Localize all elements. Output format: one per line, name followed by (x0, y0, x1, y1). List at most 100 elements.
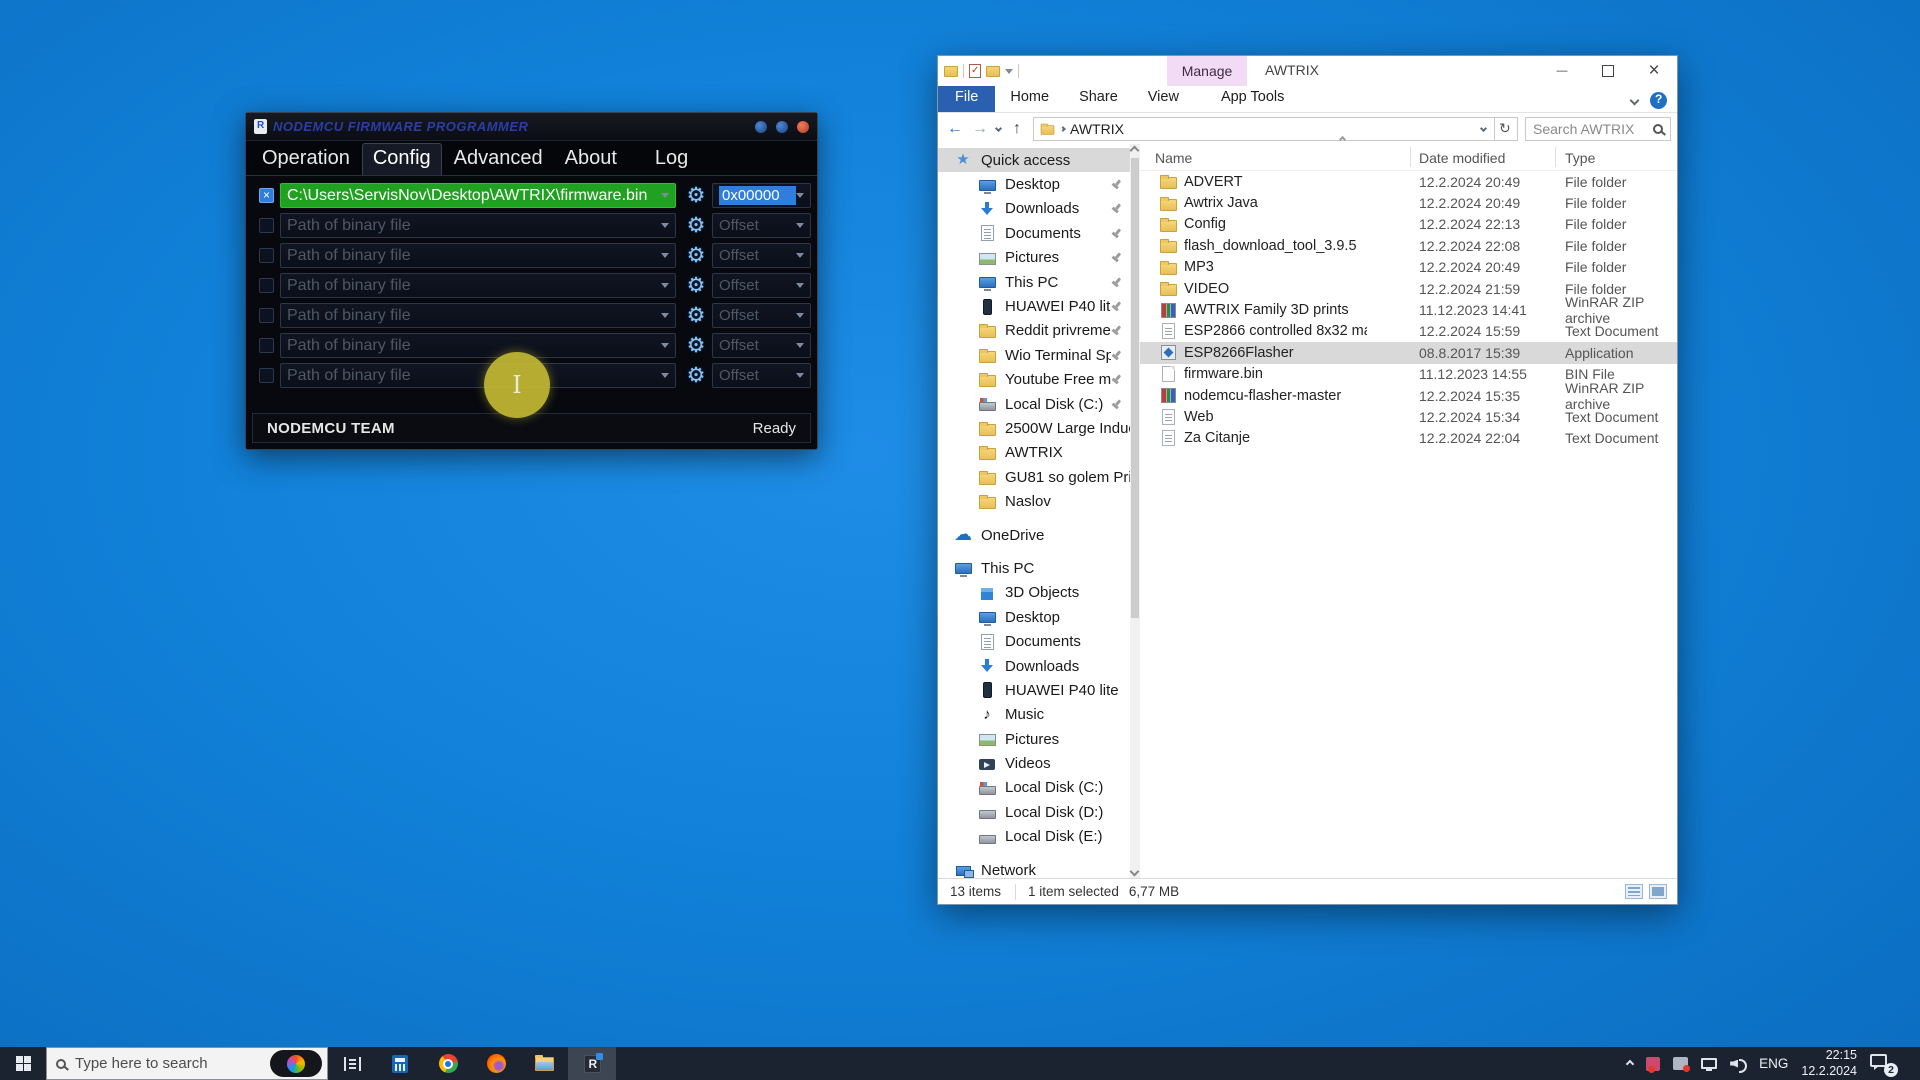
sidebar-item-pictures[interactable]: Pictures (938, 246, 1130, 270)
sidebar-item-quick-access[interactable]: Quick access (938, 148, 1130, 172)
dropdown-arrow-icon[interactable] (796, 283, 804, 288)
new-folder-icon[interactable] (986, 66, 1000, 77)
taskbar-app-task-view[interactable] (328, 1047, 376, 1080)
slot-settings-gear-icon[interactable] (684, 244, 708, 268)
large-icons-view-button[interactable] (1649, 884, 1667, 899)
sidebar-item-videos[interactable]: Videos (938, 751, 1130, 775)
dropdown-arrow-icon[interactable] (796, 343, 804, 348)
action-center-button[interactable]: 2 (1870, 1054, 1894, 1074)
scroll-down-icon[interactable] (1130, 867, 1140, 877)
slot-enabled-checkbox[interactable] (259, 308, 274, 323)
dropdown-arrow-icon[interactable] (661, 193, 669, 198)
copilot-button[interactable] (270, 1050, 322, 1077)
sidebar-item-documents[interactable]: Documents (938, 221, 1130, 245)
close-button[interactable] (1631, 56, 1677, 86)
binary-path-combobox[interactable]: Path of binary file (280, 243, 676, 268)
sidebar-item-local-disk-e-[interactable]: Local Disk (E:) (938, 825, 1130, 849)
slot-settings-gear-icon[interactable] (684, 304, 708, 328)
maximize-button[interactable] (1585, 56, 1631, 86)
minimize-button[interactable] (1539, 56, 1585, 86)
ribbon-tab-file[interactable]: File (938, 86, 995, 112)
offset-combobox[interactable]: Offset (712, 363, 811, 388)
help-icon[interactable] (1650, 92, 1667, 109)
maximize-button[interactable] (776, 121, 788, 133)
column-header-date[interactable]: Date modified (1419, 150, 1505, 166)
nodemcu-titlebar[interactable]: NODEMCU FIRMWARE PROGRAMMER (246, 113, 817, 141)
ribbon-tab-view[interactable]: View (1133, 86, 1194, 112)
binary-path-combobox[interactable]: Path of binary file (280, 303, 676, 328)
dropdown-arrow-icon[interactable] (796, 253, 804, 258)
scrollbar-thumb[interactable] (1131, 158, 1139, 618)
folder-icon[interactable] (944, 66, 958, 77)
address-bar[interactable]: AWTRIX (1033, 117, 1518, 141)
slot-settings-gear-icon[interactable] (684, 214, 708, 238)
file-row[interactable]: ESP8266Flasher08.8.2017 15:39Application (1140, 342, 1677, 363)
sidebar-item-3d-objects[interactable]: 3D Objects (938, 581, 1130, 605)
sidebar-item-pictures[interactable]: Pictures (938, 727, 1130, 751)
slot-settings-gear-icon[interactable] (684, 184, 708, 208)
taskbar-app-file-explorer[interactable] (520, 1047, 568, 1080)
volume-icon[interactable] (1730, 1057, 1746, 1071)
show-hidden-icons-icon[interactable] (1626, 1059, 1634, 1067)
offset-combobox[interactable]: Offset (712, 303, 811, 328)
taskbar-app-calculator[interactable] (376, 1047, 424, 1080)
slot-enabled-checkbox[interactable] (259, 248, 274, 263)
offset-combobox[interactable]: Offset (712, 273, 811, 298)
clock[interactable]: 22:15 12.2.2024 (1801, 1048, 1857, 1079)
sidebar-item-local-disk-d-[interactable]: Local Disk (D:) (938, 800, 1130, 824)
slot-enabled-checkbox[interactable] (259, 278, 274, 293)
taskbar-app-chrome[interactable] (424, 1047, 472, 1080)
dropdown-arrow-icon[interactable] (661, 223, 669, 228)
file-row[interactable]: MP312.2.2024 20:49File folder (1140, 257, 1677, 278)
recent-locations-icon[interactable] (995, 125, 1002, 132)
dropdown-arrow-icon[interactable] (796, 373, 804, 378)
details-view-button[interactable] (1625, 884, 1643, 899)
tab-about[interactable]: About (555, 144, 627, 175)
slot-settings-gear-icon[interactable] (684, 274, 708, 298)
column-separator[interactable] (1410, 147, 1411, 167)
file-row[interactable]: Awtrix Java12.2.2024 20:49File folder (1140, 192, 1677, 213)
sidebar-item-desktop[interactable]: Desktop (938, 172, 1130, 196)
sidebar-item-desktop[interactable]: Desktop (938, 605, 1130, 629)
binary-path-combobox[interactable]: C:\Users\ServisNov\Desktop\AWTRIX\firmwa… (280, 183, 676, 208)
binary-path-combobox[interactable]: Path of binary file (280, 363, 676, 388)
tab-operation[interactable]: Operation (252, 144, 360, 175)
sidebar-item-wio-terminal-spectrur[interactable]: Wio Terminal Spectrur (938, 343, 1130, 367)
sidebar-item-music[interactable]: Music (938, 703, 1130, 727)
file-row[interactable]: Za Citanje12.2.2024 22:04Text Document (1140, 428, 1677, 449)
sidebar-item-naslov[interactable]: Naslov (938, 489, 1130, 513)
language-indicator[interactable]: ENG (1759, 1056, 1788, 1071)
sidebar-item-downloads[interactable]: Downloads (938, 654, 1130, 678)
properties-icon[interactable] (969, 64, 981, 78)
scroll-up-icon[interactable] (1130, 146, 1140, 156)
sidebar-item-this-pc[interactable]: This PC (938, 270, 1130, 294)
sidebar-item-huawei-p40-lite[interactable]: HUAWEI P40 lite (938, 294, 1130, 318)
dropdown-arrow-icon[interactable] (661, 253, 669, 258)
offset-combobox[interactable]: Offset (712, 243, 811, 268)
sidebar-item-local-disk-c-[interactable]: Local Disk (C:) (938, 392, 1130, 416)
taskbar-search-box[interactable]: Type here to search (46, 1047, 328, 1080)
offset-combobox[interactable]: 0x00000 (712, 183, 811, 208)
sidebar-item-local-disk-c-[interactable]: Local Disk (C:) (938, 776, 1130, 800)
expand-ribbon-icon[interactable] (1630, 96, 1640, 106)
sidebar-item-gu81-so-golem-primar[interactable]: GU81 so golem Primar (938, 465, 1130, 489)
tray-app2-icon[interactable] (1673, 1057, 1688, 1070)
binary-path-combobox[interactable]: Path of binary file (280, 273, 676, 298)
tab-config[interactable]: Config (362, 143, 442, 175)
up-icon[interactable]: ↑ (1008, 120, 1026, 138)
binary-path-combobox[interactable]: Path of binary file (280, 213, 676, 238)
sidebar-item-awtrix[interactable]: AWTRIX (938, 441, 1130, 465)
back-icon[interactable]: ← (946, 120, 964, 138)
tray-app1-icon[interactable] (1646, 1057, 1660, 1071)
sidebar-item-downloads[interactable]: Downloads (938, 197, 1130, 221)
slot-settings-gear-icon[interactable] (684, 334, 708, 358)
breadcrumb-chevron-icon[interactable] (1060, 126, 1066, 132)
dropdown-arrow-icon[interactable] (796, 313, 804, 318)
dropdown-arrow-icon[interactable] (661, 283, 669, 288)
dropdown-arrow-icon[interactable] (661, 343, 669, 348)
network-icon[interactable] (1701, 1058, 1717, 1069)
sidebar-item-huawei-p40-lite[interactable]: HUAWEI P40 lite (938, 678, 1130, 702)
file-row[interactable]: Web12.2.2024 15:34Text Document (1140, 406, 1677, 427)
sidebar-item-onedrive[interactable]: OneDrive (938, 523, 1130, 547)
binary-path-combobox[interactable]: Path of binary file (280, 333, 676, 358)
